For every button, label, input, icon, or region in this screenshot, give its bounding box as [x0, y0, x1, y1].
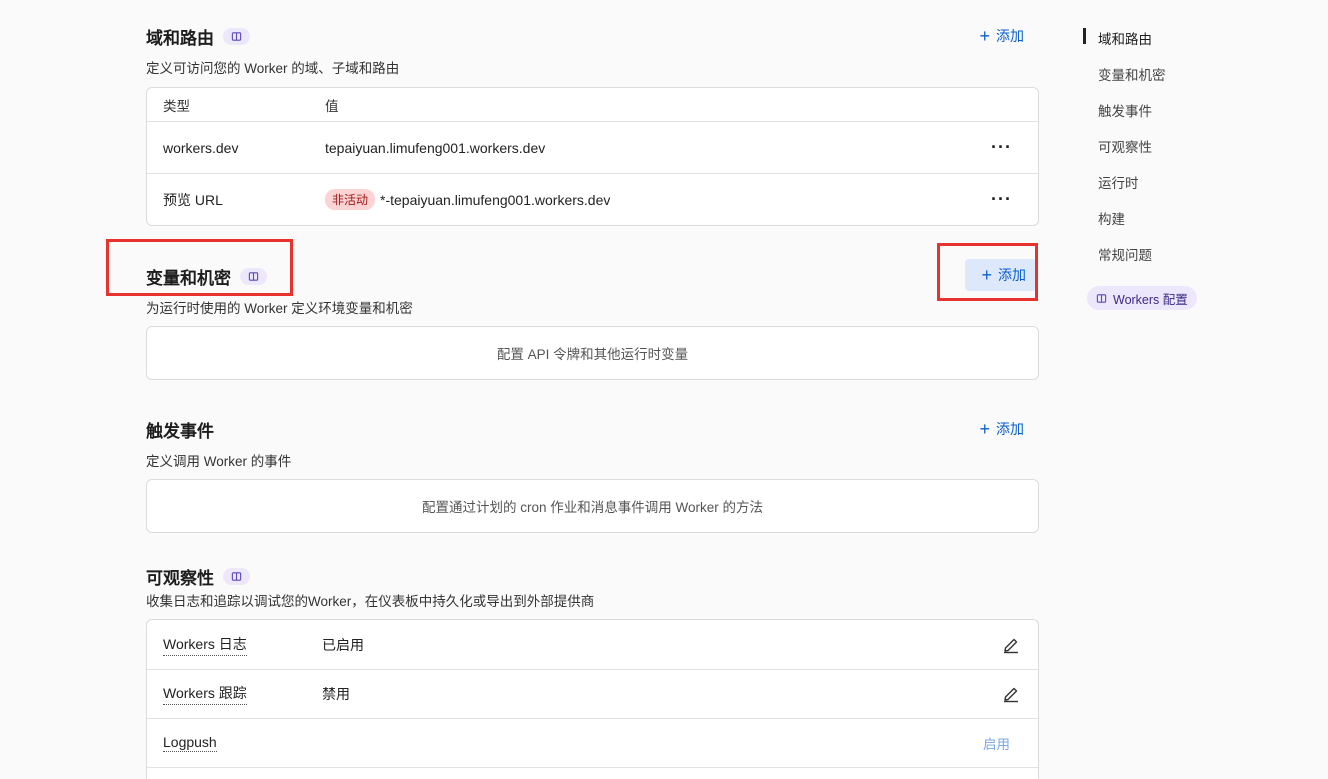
highlight-box-add [937, 243, 1038, 301]
more-options-icon[interactable]: ··· [991, 137, 1012, 158]
table-row: Workers 跟踪 禁用 [147, 669, 1038, 718]
edit-icon[interactable] [1002, 636, 1020, 654]
triggers-add-button[interactable]: + 添加 [979, 419, 1024, 439]
edit-icon[interactable] [1002, 685, 1020, 703]
domains-header: 域和路由 + 添加 [146, 20, 1040, 50]
toc-item-observability[interactable]: 可观察性 [1098, 136, 1152, 156]
table-header-row: 类型 值 [147, 88, 1038, 121]
toc-item-build[interactable]: 构建 [1098, 208, 1125, 228]
triggers-description: 定义调用 Worker 的事件 [146, 454, 292, 469]
domains-add-label: 添加 [996, 28, 1024, 44]
observability-header: 可观察性 [146, 560, 1040, 590]
toc-item-faq[interactable]: 常规问题 [1098, 244, 1152, 264]
triggers-header: 触发事件 + 添加 [146, 413, 1040, 443]
table-row: Workers 日志 已启用 [147, 620, 1038, 669]
triggers-add-label: 添加 [996, 421, 1024, 437]
more-options-icon[interactable]: ··· [991, 189, 1012, 210]
highlight-box-title [106, 239, 293, 296]
triggers-title: 触发事件 [146, 422, 214, 441]
table-row: workers.dev tepaiyuan.limufeng001.worker… [147, 121, 1038, 173]
docs-book-icon [1096, 293, 1107, 303]
column-type: 类型 [163, 98, 190, 114]
domains-title: 域和路由 [146, 24, 250, 49]
toc-item-runtime[interactable]: 运行时 [1098, 172, 1139, 192]
table-row: Logpush 启用 [147, 718, 1038, 767]
toc-item-triggers[interactable]: 触发事件 [1098, 100, 1152, 120]
column-value: 值 [325, 98, 339, 114]
toc-active-indicator [1083, 28, 1086, 44]
status-badge: 非活动 [325, 189, 376, 210]
row-label: Logpush [163, 734, 217, 752]
variables-description: 为运行时使用的 Worker 定义环境变量和机密 [146, 301, 413, 316]
domains-table: 类型 值 workers.dev tepaiyuan.limufeng001.w… [146, 87, 1039, 226]
row-value: 禁用 [322, 686, 350, 702]
docs-book-icon[interactable] [223, 28, 250, 45]
table-row [147, 767, 1038, 779]
toc-item-variables[interactable]: 变量和机密 [1098, 64, 1166, 84]
table-row: 预览 URL 非活动 *-tepaiyuan.limufeng001.worke… [147, 173, 1038, 225]
workers-config-docs-link[interactable]: Workers 配置 [1087, 286, 1197, 310]
variables-empty-card[interactable]: 配置 API 令牌和其他运行时变量 [146, 326, 1039, 380]
observability-title: 可观察性 [146, 564, 250, 589]
domains-description: 定义可访问您的 Worker 的域、子域和路由 [146, 61, 400, 76]
plus-icon: + [979, 419, 990, 439]
row-value-text: tepaiyuan.limufeng001.workers.dev [325, 139, 546, 156]
row-value[interactable]: 非活动 *-tepaiyuan.limufeng001.workers.dev [325, 189, 610, 210]
row-value: 已启用 [322, 636, 364, 653]
triggers-empty-card[interactable]: 配置通过计划的 cron 作业和消息事件调用 Worker 的方法 [146, 479, 1039, 533]
triggers-empty-text: 配置通过计划的 cron 作业和消息事件调用 Worker 的方法 [421, 500, 764, 515]
row-type: 预览 URL [163, 191, 223, 208]
logpush-enable-link[interactable]: 启用 [983, 733, 1010, 753]
workers-config-label: Workers 配置 [1113, 292, 1188, 307]
observability-description: 收集日志和追踪以调试您的Worker，在仪表板中持久化或导出到外部提供商 [146, 594, 595, 609]
variables-empty-text: 配置 API 令牌和其他运行时变量 [496, 347, 689, 362]
row-type: workers.dev [163, 139, 239, 156]
domains-add-button[interactable]: + 添加 [979, 26, 1024, 46]
docs-book-icon[interactable] [223, 568, 250, 585]
row-label: Workers 跟踪 [163, 683, 247, 705]
row-value[interactable]: tepaiyuan.limufeng001.workers.dev [325, 140, 545, 156]
row-value-text: *-tepaiyuan.limufeng001.workers.dev [380, 191, 611, 208]
plus-icon: + [979, 26, 990, 46]
observability-title-text: 可观察性 [146, 569, 214, 588]
toc-item-domains[interactable]: 域和路由 [1098, 28, 1152, 48]
domains-title-text: 域和路由 [146, 29, 214, 48]
row-label: Workers 日志 [163, 634, 247, 656]
observability-table: Workers 日志 已启用 Workers 跟踪 禁用 Logpush 启用 [146, 619, 1039, 779]
